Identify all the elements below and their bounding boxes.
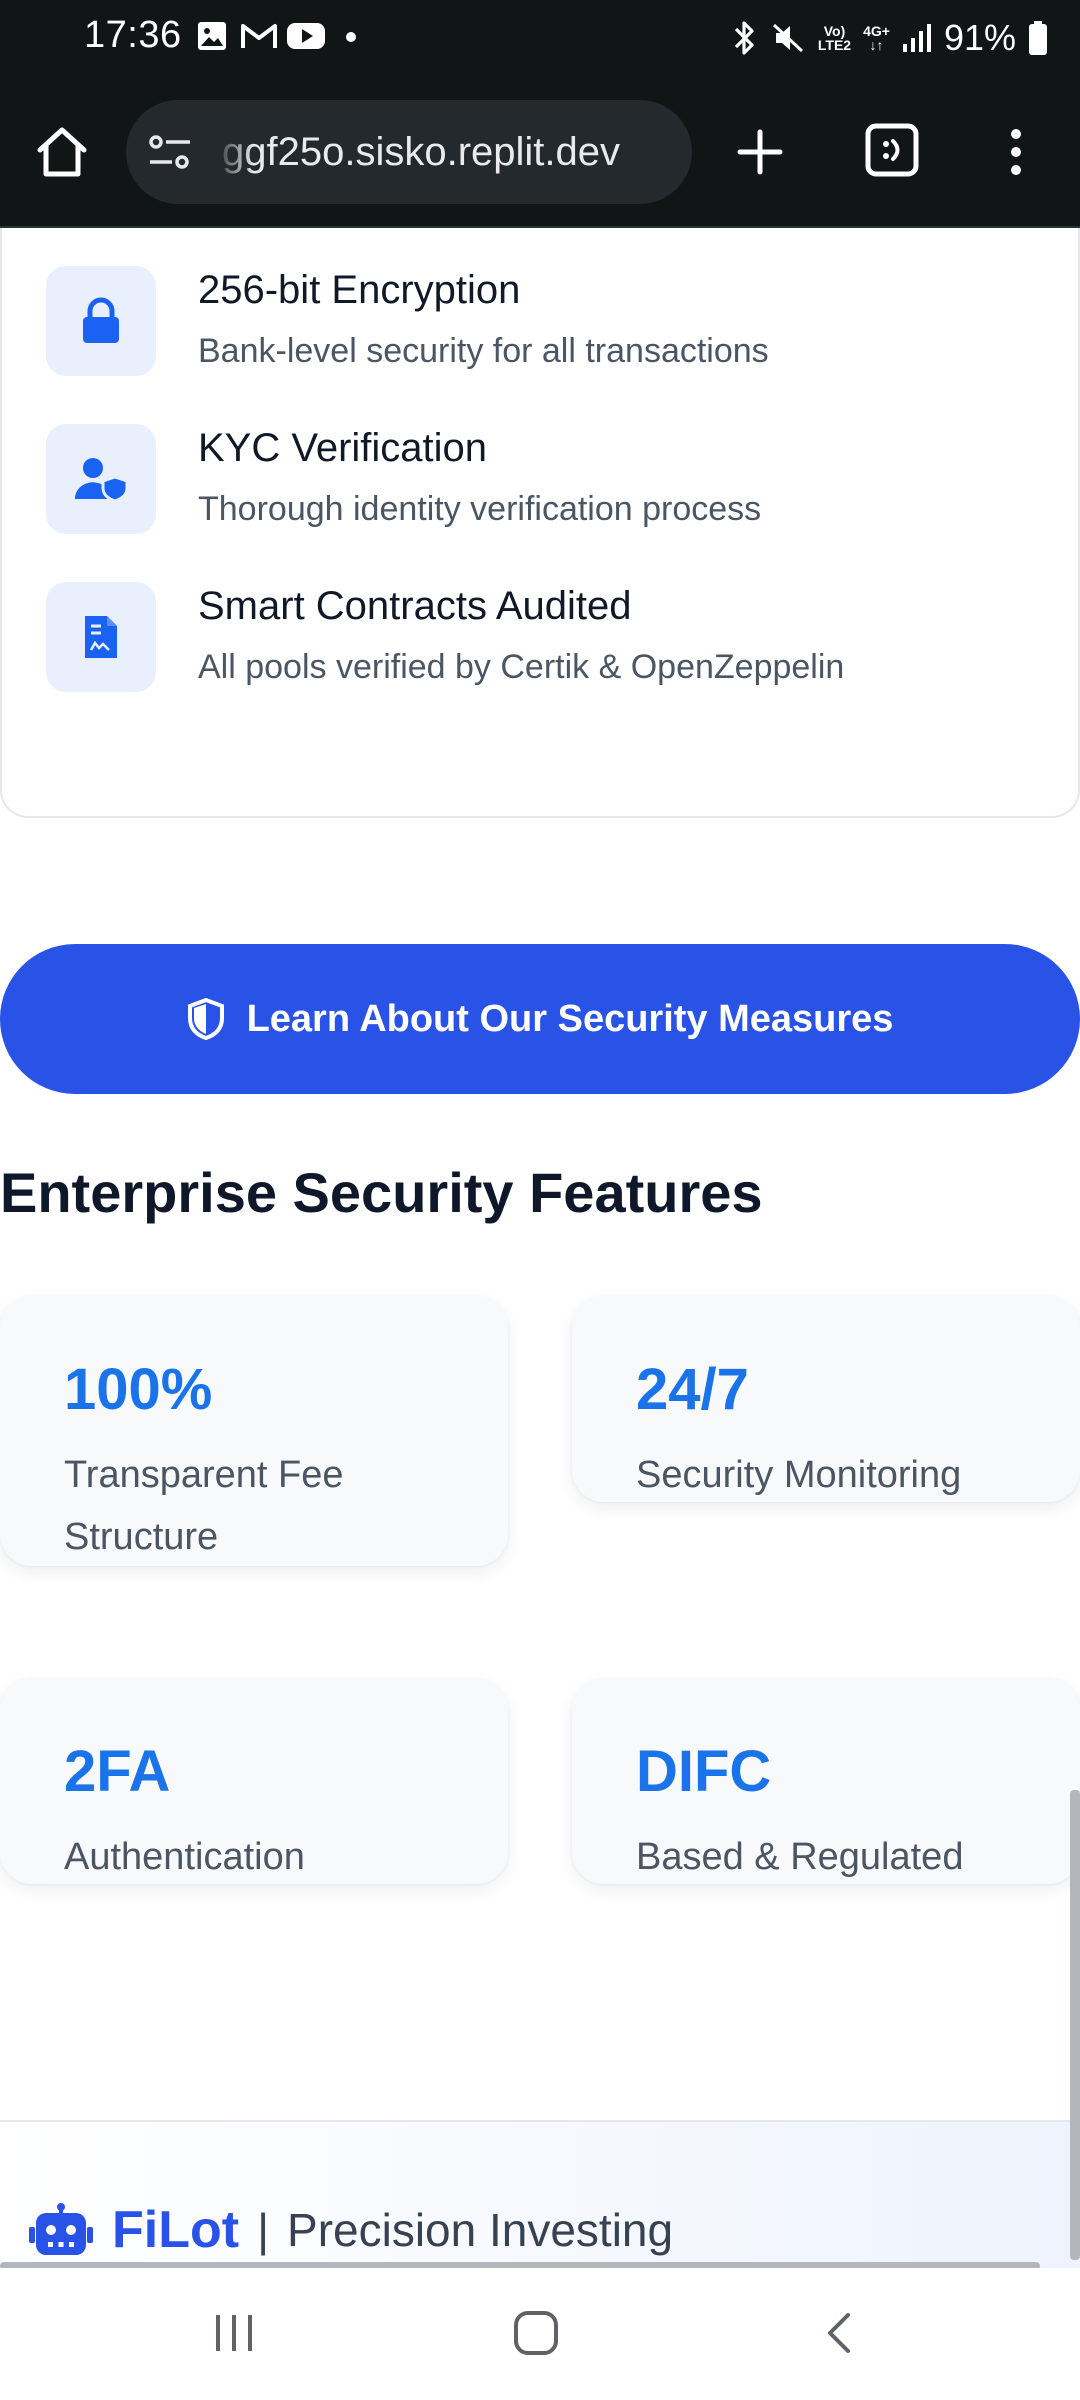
- security-item-description: All pools verified by Certik & OpenZeppe…: [198, 648, 845, 686]
- stat-value: DIFC: [636, 1739, 772, 1804]
- volte-line2: LTE2: [817, 37, 852, 53]
- home-icon[interactable]: [30, 120, 94, 184]
- brand-name: FiLot: [112, 2201, 240, 2259]
- stat-value: 2FA: [64, 1739, 171, 1804]
- security-item-contracts: Smart Contracts Audited All pools verifi…: [2, 582, 1080, 712]
- security-item-encryption: 256-bit Encryption Bank-level security f…: [2, 266, 1080, 396]
- url-fade: [214, 100, 254, 204]
- footer: FiLot | Precision Investing: [0, 2122, 1080, 2268]
- mute-icon: [772, 23, 803, 53]
- status-time: 17:36: [84, 14, 182, 56]
- feature-icon-box: [46, 266, 156, 376]
- lock-icon: [83, 297, 119, 343]
- more-options-icon[interactable]: [992, 120, 1040, 184]
- security-item-description: Thorough identity verification process: [198, 490, 762, 528]
- stat-value: 100%: [64, 1357, 213, 1422]
- security-item-kyc: KYC Verification Thorough identity verif…: [2, 424, 1080, 554]
- gmail-icon: [241, 24, 277, 48]
- stat-card-difc: DIFC Based & Regulated: [572, 1678, 1080, 1884]
- robot-icon: [29, 2203, 93, 2255]
- dot-icon: [346, 32, 356, 42]
- stat-card-fees: 100% Transparent Fee Structure: [0, 1296, 508, 1566]
- youtube-icon: [287, 23, 325, 49]
- address-bar[interactable]: ggf25o.sisko.replit.dev: [126, 100, 692, 204]
- net-line2: ↓↑: [869, 37, 884, 53]
- net-line1: 4G+: [863, 23, 890, 39]
- feature-icon-box: [46, 424, 156, 534]
- back-button[interactable]: [800, 2298, 880, 2368]
- site-settings-icon[interactable]: [146, 128, 194, 176]
- shield-icon: [187, 998, 224, 1040]
- brand-tagline: Precision Investing: [287, 2204, 674, 2256]
- recent-apps-icon: [216, 2315, 252, 2351]
- contract-icon: [85, 616, 117, 658]
- 4g-icon: 4G+ ↓↑: [863, 24, 890, 52]
- battery-icon: [1029, 21, 1047, 55]
- stat-label: Authentication: [64, 1836, 305, 1878]
- stat-label: Based & Regulated: [636, 1836, 964, 1878]
- system-nav-bar: [0, 2268, 1080, 2400]
- security-features-card: 256-bit Encryption Bank-level security f…: [0, 228, 1080, 818]
- learn-security-button-label: Learn About Our Security Measures: [246, 997, 894, 1040]
- security-item-title: KYC Verification: [198, 426, 488, 470]
- stat-card-2fa: 2FA Authentication: [0, 1678, 508, 1884]
- tab-switcher-icon[interactable]: [862, 120, 922, 180]
- home-nav-button[interactable]: [496, 2298, 576, 2368]
- bluetooth-icon: [734, 21, 754, 55]
- vertical-scrollbar[interactable]: [1070, 1790, 1080, 2260]
- brand-separator: |: [257, 2204, 270, 2256]
- section-title: Enterprise Security Features: [0, 1161, 763, 1224]
- web-page: 256-bit Encryption Bank-level security f…: [0, 228, 1080, 2268]
- security-item-title: 256-bit Encryption: [198, 268, 521, 312]
- volte-line1: Vo): [823, 23, 846, 39]
- image-icon: [198, 22, 226, 50]
- user-shield-icon: [74, 458, 129, 503]
- status-bar: 17:36 Vo) LTE2 4G+ ↓↑ 91%: [0, 0, 1080, 76]
- url-text: ggf25o.sisko.replit.dev: [222, 130, 621, 174]
- stat-label: Security Monitoring: [636, 1454, 962, 1496]
- home-nav-icon: [514, 2311, 558, 2355]
- new-tab-icon[interactable]: [728, 120, 792, 184]
- footer-brand[interactable]: FiLot | Precision Investing: [28, 2200, 673, 2260]
- recent-apps-button[interactable]: [194, 2298, 274, 2368]
- back-icon: [828, 2313, 850, 2353]
- battery-percent: 91%: [943, 17, 1016, 58]
- security-item-description: Bank-level security for all transactions: [198, 332, 769, 370]
- stat-value: 24/7: [636, 1357, 749, 1422]
- browser-toolbar: ggf25o.sisko.replit.dev: [0, 76, 1080, 228]
- learn-security-button[interactable]: Learn About Our Security Measures: [0, 944, 1080, 1094]
- security-item-title: Smart Contracts Audited: [198, 584, 632, 628]
- feature-icon-box: [46, 582, 156, 692]
- volte-icon: Vo) LTE2: [818, 24, 851, 52]
- signal-icon: [902, 24, 931, 52]
- stat-label: Transparent Fee Structure: [64, 1454, 344, 1558]
- stat-card-monitoring: 24/7 Security Monitoring: [572, 1296, 1080, 1502]
